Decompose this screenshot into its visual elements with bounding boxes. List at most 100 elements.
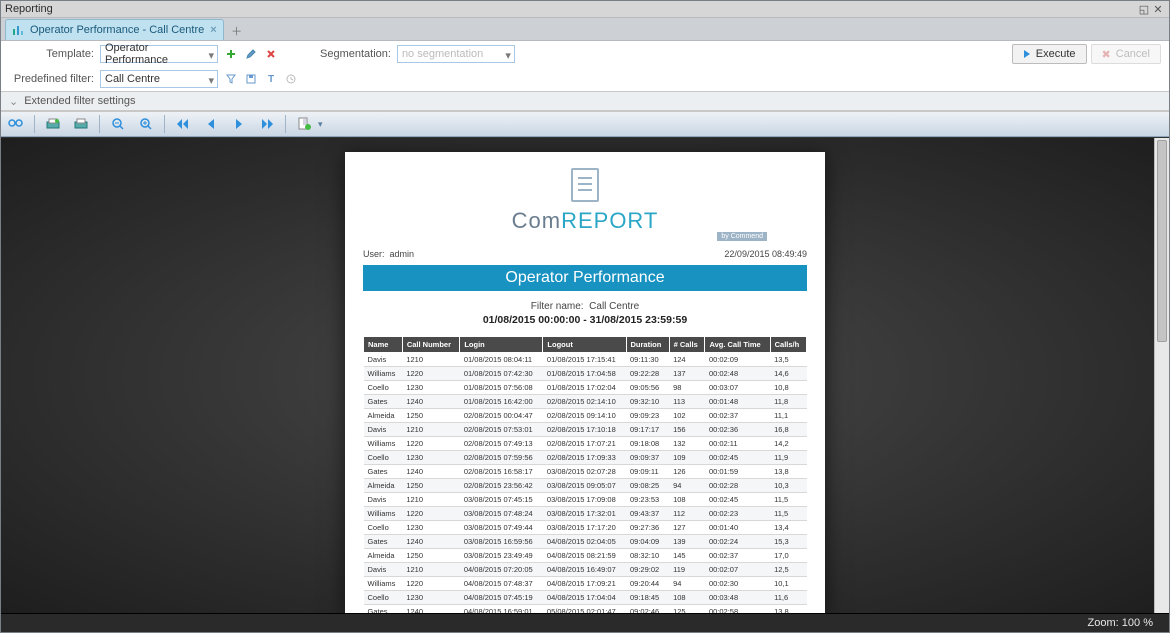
table-cell: 13,8: [770, 605, 806, 614]
table-cell: 1240: [402, 605, 460, 614]
table-row: Williams122002/08/2015 07:49:1302/08/201…: [364, 437, 807, 451]
tab-operator-performance[interactable]: Operator Performance - Call Centre ×: [5, 19, 224, 40]
table-cell: 00:02:09: [705, 353, 770, 367]
table-cell: 00:02:23: [705, 507, 770, 521]
table-cell: Williams: [364, 577, 403, 591]
table-cell: 03/08/2015 23:49:49: [460, 549, 543, 563]
window-title: Reporting: [5, 3, 53, 15]
table-cell: 139: [669, 535, 705, 549]
table-cell: 1220: [402, 577, 460, 591]
quick-print-button[interactable]: [70, 114, 92, 134]
table-cell: 1250: [402, 479, 460, 493]
filter-history-button[interactable]: [284, 72, 298, 86]
table-cell: 01/08/2015 17:04:58: [543, 367, 626, 381]
table-cell: 1220: [402, 507, 460, 521]
config-panel: Template: Operator Performance ▾ Segment…: [1, 41, 1169, 112]
edit-template-button[interactable]: [244, 47, 258, 61]
table-cell: 01/08/2015 16:42:00: [460, 395, 543, 409]
titlebar: Reporting ◱ ✕: [1, 1, 1169, 18]
vertical-scrollbar[interactable]: [1154, 138, 1169, 613]
table-cell: 1230: [402, 381, 460, 395]
last-page-button[interactable]: [256, 114, 278, 134]
table-cell: 11,1: [770, 409, 806, 423]
table-row: Davis121003/08/2015 07:45:1503/08/2015 1…: [364, 493, 807, 507]
chevron-down-icon: ⌄: [9, 95, 18, 108]
table-cell: 13,4: [770, 521, 806, 535]
table-cell: 09:23:53: [626, 493, 669, 507]
chevron-down-icon: ▾: [208, 49, 214, 62]
table-cell: 03/08/2015 02:07:28: [543, 465, 626, 479]
table-cell: 14,2: [770, 437, 806, 451]
scrollbar-thumb[interactable]: [1157, 140, 1167, 342]
execute-button[interactable]: Execute: [1012, 44, 1087, 64]
table-cell: 11,9: [770, 451, 806, 465]
col-header: Name: [364, 337, 403, 353]
table-cell: 98: [669, 381, 705, 395]
table-cell: 04/08/2015 08:21:59: [543, 549, 626, 563]
delete-template-button[interactable]: [264, 47, 278, 61]
table-row: Almeida125002/08/2015 00:04:4702/08/2015…: [364, 409, 807, 423]
col-header: Call Number: [402, 337, 460, 353]
add-template-button[interactable]: [224, 47, 238, 61]
table-row: Williams122004/08/2015 07:48:3704/08/201…: [364, 577, 807, 591]
table-cell: 02/08/2015 00:04:47: [460, 409, 543, 423]
table-cell: 03/08/2015 17:09:08: [543, 493, 626, 507]
first-page-button[interactable]: [172, 114, 194, 134]
table-cell: 00:02:48: [705, 367, 770, 381]
table-cell: 04/08/2015 07:45:19: [460, 591, 543, 605]
table-cell: 02/08/2015 16:58:17: [460, 465, 543, 479]
col-header: # Calls: [669, 337, 705, 353]
zoom-out-button[interactable]: [107, 114, 129, 134]
find-button[interactable]: [5, 114, 27, 134]
table-cell: Gates: [364, 465, 403, 479]
next-page-button[interactable]: [228, 114, 250, 134]
table-cell: 03/08/2015 07:45:15: [460, 493, 543, 507]
table-cell: 09:11:30: [626, 353, 669, 367]
table-cell: 11,5: [770, 493, 806, 507]
segmentation-dropdown[interactable]: no segmentation ▾: [397, 45, 515, 63]
table-cell: 03/08/2015 17:32:01: [543, 507, 626, 521]
table-cell: 04/08/2015 17:04:04: [543, 591, 626, 605]
zoom-in-button[interactable]: [135, 114, 157, 134]
table-cell: 12,5: [770, 563, 806, 577]
filter-funnel-button[interactable]: [224, 72, 238, 86]
table-cell: 09:02:46: [626, 605, 669, 614]
close-icon[interactable]: ✕: [1151, 3, 1165, 16]
col-header: Calls/h: [770, 337, 806, 353]
table-cell: Coello: [364, 591, 403, 605]
extended-filter-toggle[interactable]: ⌄ Extended filter settings: [1, 91, 1169, 111]
table-cell: 00:02:37: [705, 549, 770, 563]
restore-icon[interactable]: ◱: [1137, 3, 1151, 16]
table-cell: 03/08/2015 17:17:20: [543, 521, 626, 535]
table-cell: 1210: [402, 493, 460, 507]
table-row: Gates124001/08/2015 16:42:0002/08/2015 0…: [364, 395, 807, 409]
prev-page-button[interactable]: [200, 114, 222, 134]
table-cell: 11,8: [770, 395, 806, 409]
filter-dropdown[interactable]: Call Centre ▾: [100, 70, 218, 88]
table-cell: 132: [669, 437, 705, 451]
filter-text-button[interactable]: T: [264, 72, 278, 86]
table-cell: Davis: [364, 563, 403, 577]
report-title: Operator Performance: [363, 265, 807, 291]
filter-save-button[interactable]: [244, 72, 258, 86]
table-cell: 145: [669, 549, 705, 563]
export-button[interactable]: [293, 114, 315, 134]
table-cell: 03/08/2015 07:48:24: [460, 507, 543, 521]
table-cell: 00:02:30: [705, 577, 770, 591]
table-cell: 04/08/2015 07:48:37: [460, 577, 543, 591]
table-cell: 1220: [402, 367, 460, 381]
cancel-x-icon: ✖: [1102, 48, 1111, 61]
table-cell: 00:01:40: [705, 521, 770, 535]
chevron-down-icon[interactable]: ▾: [318, 119, 323, 130]
execute-label: Execute: [1036, 48, 1076, 60]
table-cell: Davis: [364, 423, 403, 437]
table-cell: 108: [669, 493, 705, 507]
table-cell: 09:08:25: [626, 479, 669, 493]
table-cell: 02/08/2015 17:09:33: [543, 451, 626, 465]
table-cell: 16,8: [770, 423, 806, 437]
tab-close-icon[interactable]: ×: [210, 24, 216, 36]
template-dropdown[interactable]: Operator Performance ▾: [100, 45, 218, 63]
add-tab-button[interactable]: ＋: [228, 22, 246, 40]
table-cell: 09:20:44: [626, 577, 669, 591]
print-button[interactable]: [42, 114, 64, 134]
